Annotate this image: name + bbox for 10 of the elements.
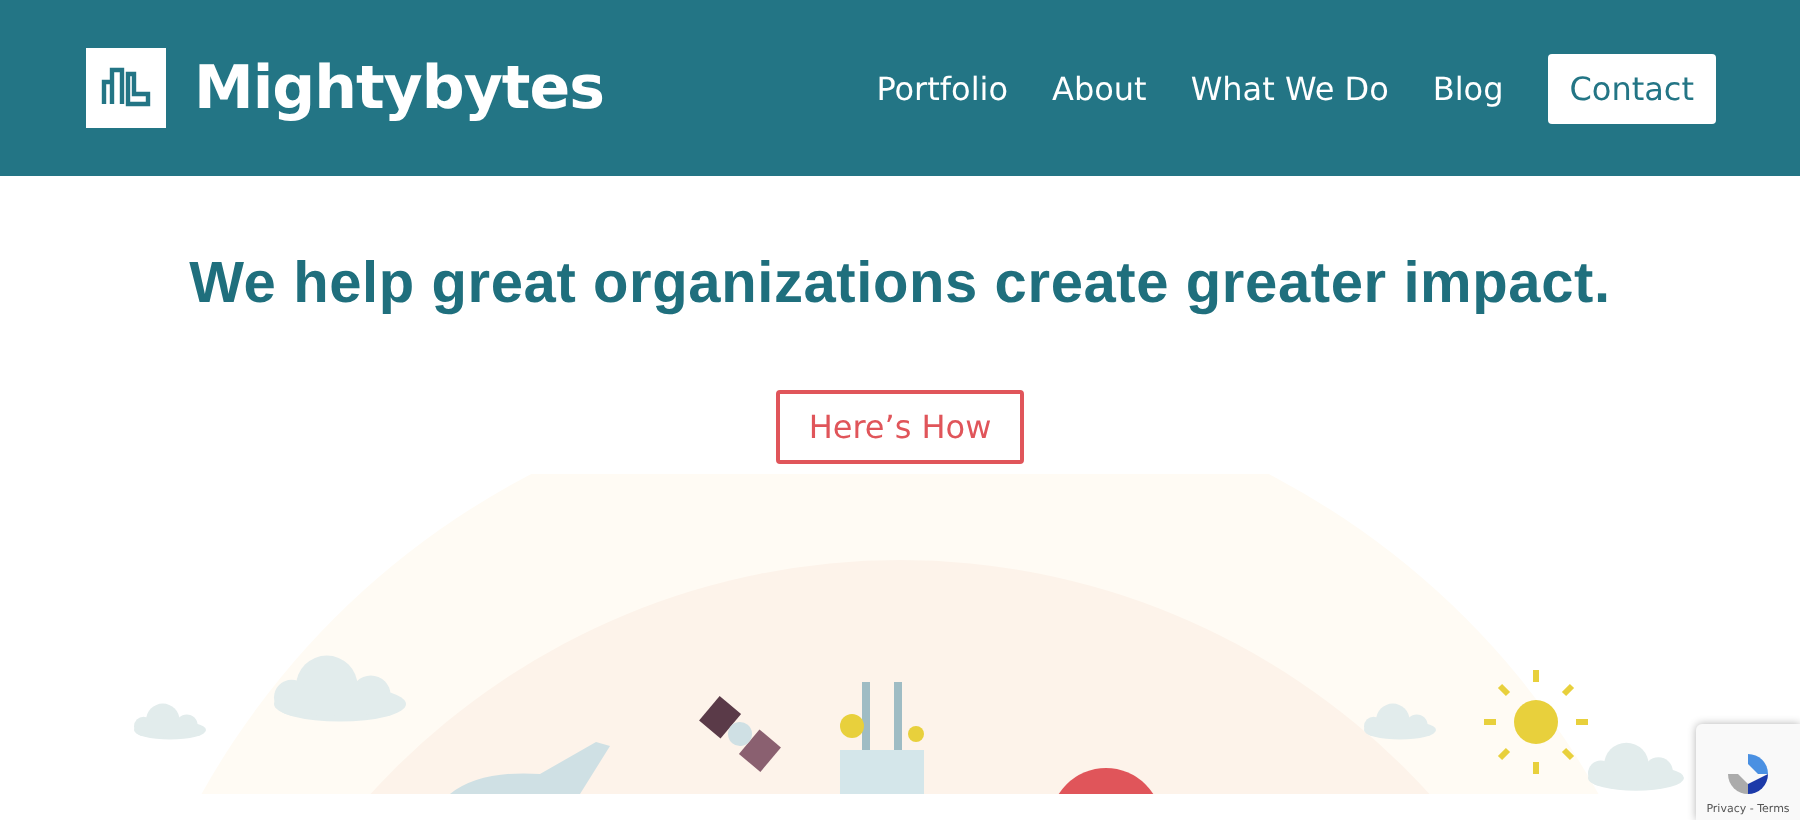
nav-link[interactable]: Blog: [1432, 69, 1504, 107]
cta-button[interactable]: Here’s How: [776, 390, 1024, 464]
logo-icon[interactable]: [86, 48, 166, 128]
logo-text[interactable]: Mightybytes: [194, 53, 604, 123]
nav-link[interactable]: What We Do: [1190, 69, 1389, 107]
recaptcha-icon: [1722, 748, 1774, 800]
nav-link[interactable]: About: [1052, 69, 1147, 107]
headline: We help great organizations create greater impact.: [189, 252, 1611, 318]
nav-link[interactable]: Portfolio: [876, 69, 1009, 107]
contact-button[interactable]: Contact: [1547, 53, 1716, 123]
